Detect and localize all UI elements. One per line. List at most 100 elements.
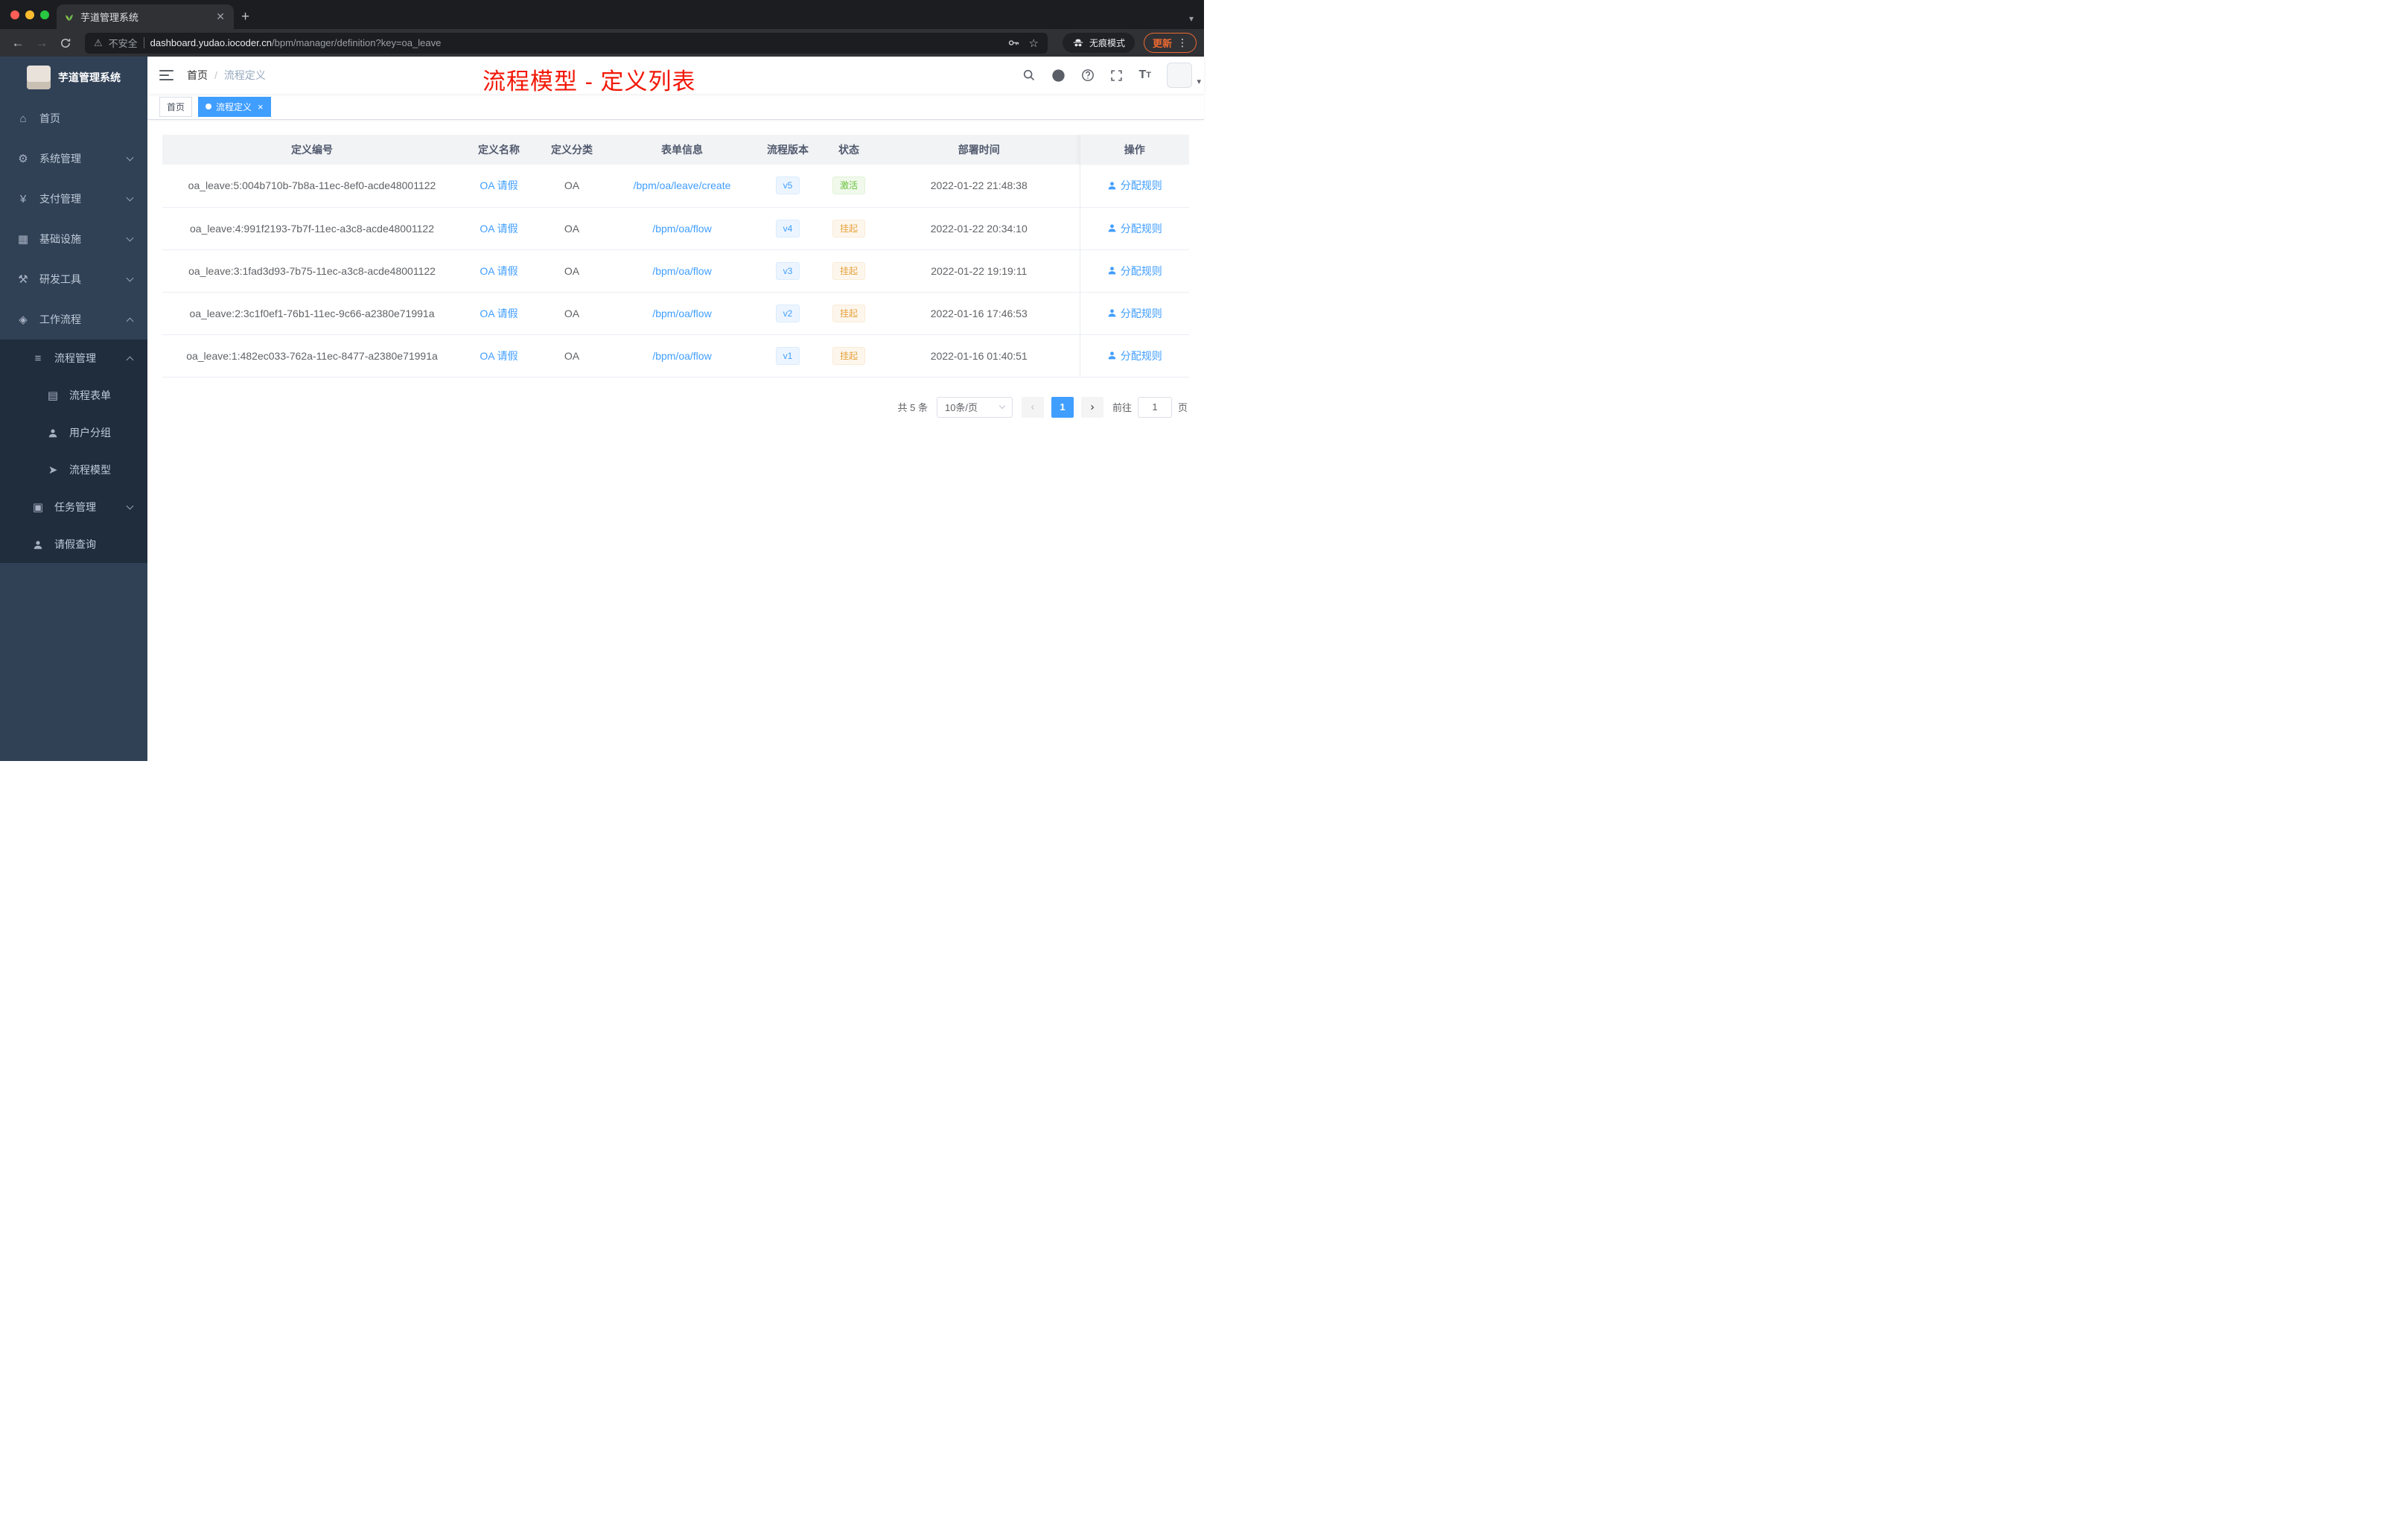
tab-title: 芋道管理系统: [80, 12, 139, 23]
dashboard-icon: ⌂: [19, 112, 27, 125]
sidebar-item-workflow[interactable]: ◈ 工作流程: [0, 299, 147, 340]
sidebar-item-user-group[interactable]: 用户分组: [0, 414, 147, 451]
url-text: dashboard.yudao.iocoder.cn/bpm/manager/d…: [150, 37, 442, 48]
cell-definition-id: oa_leave:2:3c1f0ef1-76b1-11ec-9c66-a2380…: [162, 292, 462, 335]
page-size-value: 10条/页: [944, 402, 978, 413]
tab-close-icon[interactable]: ✕: [214, 10, 226, 23]
cell-status: 挂起: [819, 292, 879, 335]
user-avatar[interactable]: ▾: [1167, 63, 1201, 88]
assign-rule-link[interactable]: 分配规则: [1107, 221, 1162, 236]
help-icon[interactable]: [1081, 69, 1095, 82]
sidebar-item-process-management[interactable]: ≡ 流程管理: [0, 340, 147, 377]
sidebar-item-system[interactable]: ⚙ 系统管理: [0, 138, 147, 179]
form-info-link[interactable]: /bpm/oa/flow: [652, 223, 711, 235]
sidebar-item-devtools[interactable]: ⚒ 研发工具: [0, 259, 147, 299]
table-header-row: 定义编号 定义名称 定义分类 表单信息 流程版本 状态 部署时间 操作: [162, 135, 1189, 165]
sidebar-item-payment[interactable]: ¥ 支付管理: [0, 179, 147, 219]
tag-home[interactable]: 首页: [159, 96, 193, 117]
sidebar-item-infrastructure[interactable]: ▦ 基础设施: [0, 219, 147, 259]
new-tab-button[interactable]: +: [234, 4, 257, 29]
incognito-badge: 无痕模式: [1062, 33, 1135, 53]
github-icon[interactable]: [1051, 69, 1066, 83]
definition-name-link[interactable]: OA 请假: [480, 350, 517, 362]
zoom-window-button[interactable]: [40, 10, 49, 19]
chevron-down-icon: [126, 502, 134, 510]
cell-category: OA: [536, 165, 608, 208]
security-warning-label: 不安全: [108, 38, 138, 49]
tab-strip-chevron-down-icon[interactable]: ▾: [1189, 13, 1194, 24]
definition-name-link[interactable]: OA 请假: [480, 179, 517, 191]
form-info-link[interactable]: /bpm/oa/leave/create: [634, 179, 731, 191]
cell-action: 分配规则: [1079, 165, 1189, 208]
cell-definition-name: OA 请假: [462, 292, 536, 335]
close-window-button[interactable]: [10, 10, 19, 19]
version-tag: v4: [775, 219, 800, 238]
bookmark-star-icon[interactable]: ☆: [1029, 36, 1039, 50]
app-title: 芋道管理系统: [58, 71, 121, 83]
form-icon: ▤: [47, 389, 59, 402]
definition-name-link[interactable]: OA 请假: [480, 223, 517, 235]
tag-close-icon[interactable]: ×: [258, 101, 264, 112]
next-page-button[interactable]: ›: [1080, 396, 1103, 418]
cell-deploy-time: 2022-01-22 21:48:38: [879, 165, 1080, 208]
definition-name-link[interactable]: OA 请假: [480, 265, 517, 277]
sidebar-item-process-form[interactable]: ▤ 流程表单: [0, 377, 147, 414]
status-badge: 挂起: [832, 346, 865, 365]
col-form-info: 表单信息: [608, 135, 757, 165]
assign-rule-link[interactable]: 分配规则: [1107, 306, 1162, 321]
form-info-link[interactable]: /bpm/oa/flow: [652, 308, 711, 319]
font-size-icon[interactable]: TT: [1138, 69, 1151, 82]
cell-definition-name: OA 请假: [462, 249, 536, 293]
definition-name-link[interactable]: OA 请假: [480, 308, 517, 319]
breadcrumb-home-link[interactable]: 首页: [187, 68, 208, 83]
sidebar-item-leave-query[interactable]: 请假查询: [0, 526, 147, 563]
col-definition-name: 定义名称: [462, 135, 536, 165]
paper-plane-icon: ➤: [48, 464, 58, 477]
hamburger-icon[interactable]: [159, 69, 173, 81]
assign-rule-link[interactable]: 分配规则: [1107, 264, 1162, 278]
sidebar-item-label: 流程管理: [54, 352, 96, 364]
back-button[interactable]: ←: [7, 36, 28, 49]
address-bar[interactable]: ⚠ 不安全 dashboard.yudao.iocoder.cn/bpm/man…: [85, 32, 1048, 54]
cell-version: v4: [757, 207, 819, 250]
cell-status: 挂起: [819, 249, 879, 293]
active-tag-dot: [206, 104, 212, 109]
page-1-button[interactable]: 1: [1051, 396, 1074, 418]
sidebar-logo[interactable]: 芋道管理系统: [0, 57, 147, 98]
page-size-select[interactable]: 10条/页: [936, 396, 1013, 418]
browser-tab-strip: 芋道管理系统 ✕ + ▾: [0, 0, 1204, 29]
browser-menu-kebab-icon[interactable]: ⋮: [1177, 36, 1188, 49]
assign-rule-link[interactable]: 分配规则: [1107, 178, 1162, 193]
cell-version: v1: [757, 334, 819, 378]
form-info-link[interactable]: /bpm/oa/flow: [652, 350, 711, 362]
chevron-down-icon: [126, 274, 134, 282]
list-icon: ≡: [34, 351, 42, 365]
browser-tab[interactable]: 芋道管理系统 ✕: [57, 4, 234, 29]
cell-definition-id: oa_leave:3:1fad3d93-7b75-11ec-a3c8-acde4…: [162, 249, 462, 293]
gear-icon: ⚙: [18, 153, 28, 165]
sidebar-item-home[interactable]: ⌂ 首页: [0, 98, 147, 138]
sidebar-item-process-model[interactable]: ➤ 流程模型: [0, 451, 147, 488]
table-row: oa_leave:5:004b710b-7b8a-11ec-8ef0-acde4…: [162, 165, 1189, 208]
cell-form-info: /bpm/oa/leave/create: [608, 165, 757, 208]
cell-form-info: /bpm/oa/flow: [608, 207, 757, 250]
browser-update-button[interactable]: 更新 ⋮: [1143, 33, 1197, 53]
assign-rule-link[interactable]: 分配规则: [1107, 348, 1162, 363]
person-icon: [1107, 308, 1117, 318]
cell-deploy-time: 2022-01-16 01:40:51: [879, 334, 1080, 378]
tag-process-definition[interactable]: 流程定义 ×: [198, 96, 271, 117]
cell-definition-id: oa_leave:1:482ec033-762a-11ec-8477-a2380…: [162, 334, 462, 378]
minimize-window-button[interactable]: [25, 10, 34, 19]
version-tag: v5: [775, 176, 800, 195]
table-row: oa_leave:2:3c1f0ef1-76b1-11ec-9c66-a2380…: [162, 292, 1189, 335]
goto-page-input[interactable]: [1137, 396, 1172, 418]
password-key-icon[interactable]: [1007, 36, 1020, 49]
search-icon[interactable]: [1022, 69, 1036, 82]
form-info-link[interactable]: /bpm/oa/flow: [652, 265, 711, 277]
forward-button[interactable]: →: [31, 36, 52, 49]
prev-page-button[interactable]: ‹: [1021, 396, 1044, 418]
reload-button[interactable]: [55, 37, 76, 49]
sidebar-item-task-management[interactable]: ▣ 任务管理: [0, 488, 147, 526]
tag-label: 首页: [167, 101, 185, 112]
fullscreen-icon[interactable]: [1110, 69, 1123, 82]
